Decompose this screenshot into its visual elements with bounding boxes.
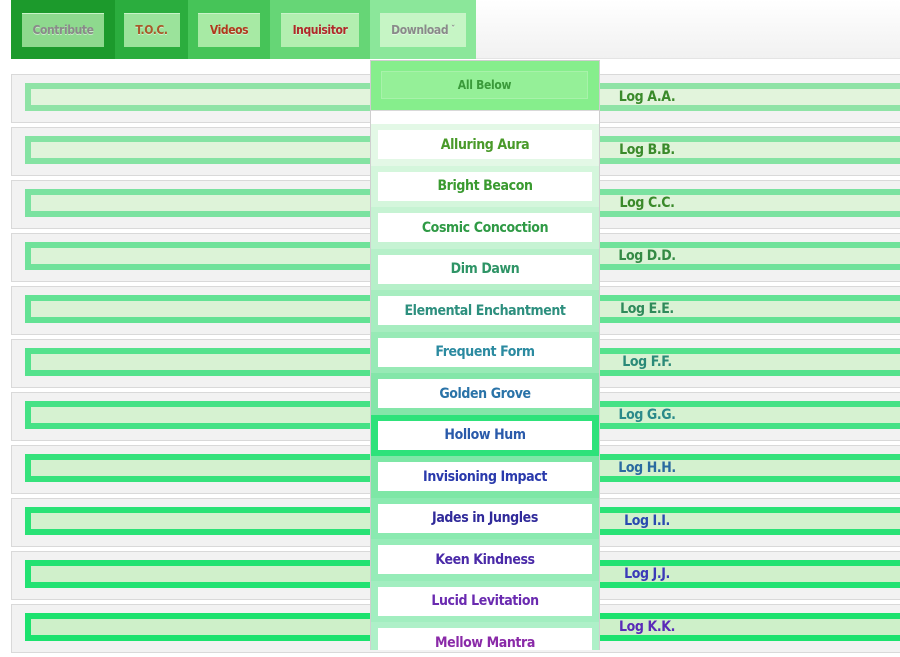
dropdown-item[interactable]: Invisioning Impact bbox=[371, 456, 599, 498]
log-link[interactable]: Log H.H. bbox=[592, 460, 702, 476]
nav-button-label[interactable]: Contribute bbox=[22, 12, 104, 47]
dropdown-item-label[interactable]: Hollow Hum bbox=[378, 420, 592, 450]
dropdown-item-label[interactable]: Mellow Mantra bbox=[378, 628, 592, 650]
dropdown-item-label[interactable]: Elemental Enchantment bbox=[378, 296, 592, 325]
dropdown-item[interactable]: Keen Kindness bbox=[371, 539, 599, 581]
dropdown-item[interactable]: Elemental Enchantment bbox=[371, 290, 599, 332]
log-link[interactable]: Log B.B. bbox=[592, 142, 702, 158]
dropdown-item[interactable]: Lucid Levitation bbox=[371, 580, 599, 622]
dropdown-item-label[interactable]: Golden Grove bbox=[378, 379, 592, 408]
dropdown-item-label[interactable]: Lucid Levitation bbox=[378, 586, 592, 616]
download-all-below-button[interactable]: All Below bbox=[381, 71, 588, 99]
nav-background bbox=[476, 0, 900, 59]
nav-label-text: Inquisitor bbox=[292, 23, 348, 37]
dropdown-item[interactable]: Jades in Jungles bbox=[371, 497, 599, 539]
log-link[interactable]: Log F.F. bbox=[592, 354, 702, 370]
caret-down-icon: ˇ bbox=[451, 25, 455, 35]
dropdown-list: Alluring Aura Bright Beacon Cosmic Concoct… bbox=[371, 124, 599, 650]
log-link[interactable]: Log A.A. bbox=[592, 89, 702, 105]
dropdown-item[interactable]: Cosmic Concoction bbox=[371, 207, 599, 249]
dropdown-item[interactable]: Alluring Aura bbox=[371, 124, 599, 166]
nav-label-text: T.O.C. bbox=[135, 23, 168, 37]
dropdown-item-label[interactable]: Bright Beacon bbox=[378, 171, 592, 201]
log-link[interactable]: Log D.D. bbox=[592, 248, 702, 264]
log-link[interactable]: Log C.C. bbox=[592, 195, 702, 211]
top-nav: Contribute T.O.C. Videos Inquisitor Download… bbox=[11, 0, 476, 59]
dropdown-item-label[interactable]: Dim Dawn bbox=[378, 254, 592, 284]
nav-tab-contribute[interactable]: Contribute bbox=[11, 0, 115, 59]
nav-button-label[interactable]: Download ˇ bbox=[380, 12, 466, 47]
download-dropdown: All Below Alluring Aura Bright Beacon Cosm… bbox=[370, 60, 600, 650]
dropdown-item-label[interactable]: Jades in Jungles bbox=[378, 503, 592, 533]
log-link[interactable]: Log E.E. bbox=[592, 301, 702, 317]
log-link[interactable]: Log I.I. bbox=[592, 513, 702, 529]
dropdown-item[interactable]: Mellow Mantra bbox=[371, 622, 599, 650]
dropdown-header: All Below bbox=[371, 61, 599, 111]
nav-label-text: Download bbox=[391, 23, 449, 37]
log-link[interactable]: Log G.G. bbox=[592, 407, 702, 423]
dropdown-item[interactable]: Bright Beacon bbox=[371, 165, 599, 207]
dropdown-item-label[interactable]: Cosmic Concoction bbox=[378, 213, 592, 242]
log-link[interactable]: Log J.J. bbox=[592, 566, 702, 582]
nav-label-text: Videos bbox=[209, 23, 249, 37]
nav-tab-inquisitor[interactable]: Inquisitor bbox=[270, 0, 370, 59]
dropdown-item-label[interactable]: Frequent Form bbox=[378, 337, 592, 367]
dropdown-item[interactable]: Frequent Form bbox=[371, 331, 599, 373]
dropdown-item[interactable]: Golden Grove bbox=[371, 373, 599, 415]
nav-label-text: Contribute bbox=[32, 23, 94, 37]
dropdown-item[interactable]: Hollow Hum bbox=[371, 414, 599, 456]
nav-button-label[interactable]: T.O.C. bbox=[123, 12, 180, 47]
log-link[interactable]: Log K.K. bbox=[592, 619, 702, 635]
dropdown-item-label[interactable]: Keen Kindness bbox=[378, 545, 592, 574]
dropdown-item-label[interactable]: Invisioning Impact bbox=[378, 462, 592, 491]
nav-button-label[interactable]: Inquisitor bbox=[281, 12, 359, 47]
dropdown-item[interactable]: Dim Dawn bbox=[371, 248, 599, 290]
nav-tab-download[interactable]: Download ˇ bbox=[370, 0, 476, 59]
dropdown-item-label[interactable]: Alluring Aura bbox=[378, 130, 592, 159]
nav-button-label[interactable]: Videos bbox=[198, 12, 260, 47]
nav-tab-toc[interactable]: T.O.C. bbox=[115, 0, 188, 59]
nav-tab-videos[interactable]: Videos bbox=[188, 0, 270, 59]
